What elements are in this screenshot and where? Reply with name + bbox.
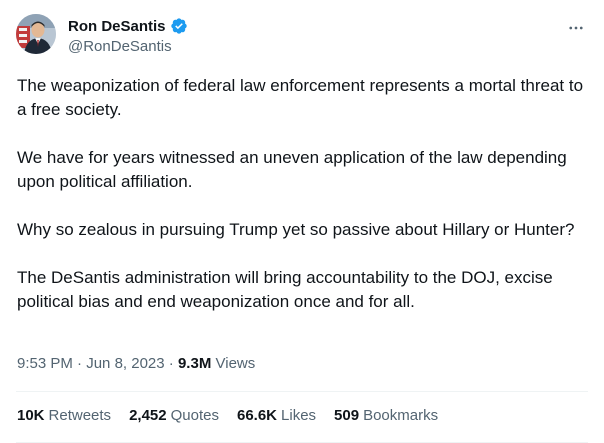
bookmarks-count: 509: [334, 407, 360, 424]
retweets-stat[interactable]: 10K Retweets: [17, 407, 111, 424]
avatar-image: [16, 14, 56, 54]
views-label: Views: [215, 355, 256, 372]
tweet-meta: 9:53 PM · Jun 8, 2023 · 9.3M Views: [17, 355, 255, 372]
more-options-button[interactable]: [564, 18, 588, 38]
tweet-date[interactable]: Jun 8, 2023: [86, 355, 164, 372]
author-handle[interactable]: @RonDeSantis: [68, 38, 188, 55]
tweet-text: The weaponization of federal law enforce…: [17, 74, 592, 338]
tweet-paragraph: The DeSantis administration will bring a…: [17, 268, 553, 311]
tweet-paragraph: Why so zealous in pursuing Trump yet so …: [17, 220, 575, 239]
likes-count: 66.6K: [236, 407, 278, 424]
author-names: Ron DeSantis @RonDeSantis: [68, 16, 188, 55]
views-count: 9.3M: [177, 355, 212, 372]
quotes-label: Quotes: [170, 407, 219, 424]
bookmarks-stat[interactable]: 509 Bookmarks: [334, 407, 438, 424]
avatar[interactable]: [16, 14, 56, 54]
meta-separator: ·: [72, 355, 87, 372]
meta-separator: ·: [164, 355, 178, 372]
quotes-count: 2,452: [129, 407, 167, 424]
retweets-label: Retweets: [48, 407, 112, 424]
verified-badge-icon[interactable]: [170, 17, 188, 35]
tweet-paragraph: We have for years witnessed an uneven ap…: [17, 148, 567, 191]
bookmarks-label: Bookmarks: [363, 407, 439, 424]
retweets-count: 10K: [17, 407, 45, 424]
engagement-stats: 10K Retweets 2,452 Quotes 66.6K Likes 50…: [17, 407, 438, 424]
display-name[interactable]: Ron DeSantis: [68, 18, 166, 35]
likes-stat[interactable]: 66.6K Likes: [237, 407, 316, 424]
likes-label: Likes: [281, 407, 317, 424]
display-name-row: Ron DeSantis: [68, 16, 188, 36]
tweet-header: Ron DeSantis @RonDeSantis: [16, 12, 588, 60]
tweet-paragraph: The weaponization of federal law enforce…: [17, 76, 584, 119]
tweet-card: Ron DeSantis @RonDeSantis The weaponizat…: [0, 0, 604, 443]
tweet-time[interactable]: 9:53 PM: [17, 355, 73, 372]
quotes-stat[interactable]: 2,452 Quotes: [129, 407, 219, 424]
more-horizontal-icon: [569, 26, 583, 30]
divider: [16, 391, 588, 392]
